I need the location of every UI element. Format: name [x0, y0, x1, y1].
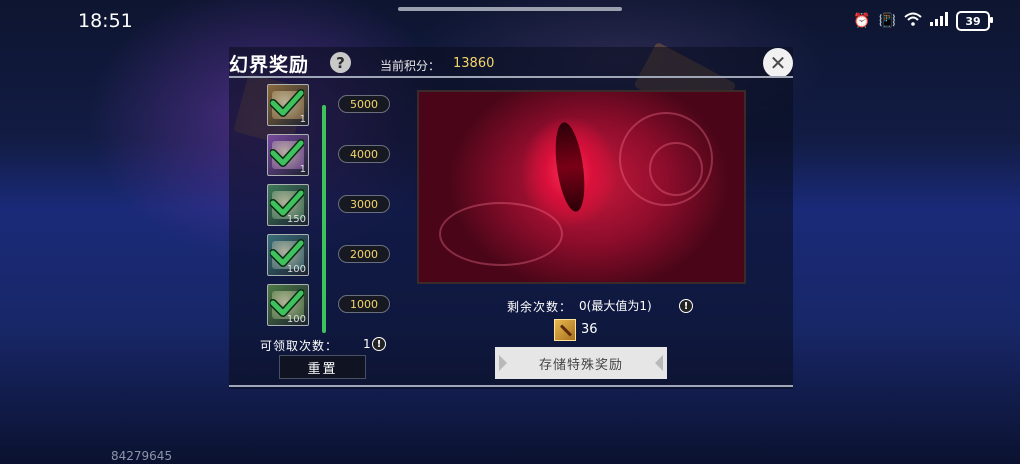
divider	[229, 76, 793, 78]
button-edge-left	[499, 355, 507, 371]
score-threshold: 4000	[338, 145, 390, 163]
reward-item-slot[interactable]: 100	[267, 284, 309, 326]
status-bar: 18:51 ⏰ 📳 39	[0, 0, 1020, 40]
reset-button[interactable]: 重置	[279, 355, 366, 379]
wifi-icon	[904, 12, 922, 30]
battery-icon: 39	[956, 11, 993, 31]
claimed-check-icon	[269, 288, 305, 322]
panel-title: 幻界奖励	[229, 54, 310, 76]
button-edge-right	[655, 355, 663, 371]
claimed-check-icon	[269, 88, 305, 122]
divider	[229, 385, 793, 387]
status-time: 18:51	[78, 10, 133, 32]
vibrate-icon: 📳	[878, 13, 896, 29]
reward-item-slot[interactable]: 150	[267, 184, 309, 226]
score-threshold: 2000	[338, 245, 390, 263]
score-label: 当前积分：	[380, 59, 441, 73]
reward-item-slot[interactable]: 100	[267, 234, 309, 276]
info-icon[interactable]: !	[679, 299, 693, 313]
close-button[interactable]: ✕	[763, 48, 793, 78]
info-icon[interactable]: !	[372, 337, 386, 351]
status-icons: ⏰ 📳 39	[853, 11, 993, 31]
score-threshold: 1000	[338, 295, 390, 313]
score-value: 13860	[453, 56, 495, 71]
close-icon: ✕	[769, 51, 787, 75]
reward-panel: 幻界奖励 ? 当前积分： 13860 ✕ 1 5000 1 4000 150 3000 10…	[229, 47, 793, 389]
claimed-check-icon	[269, 238, 305, 272]
signal-icon	[930, 12, 948, 30]
preview-decoration	[649, 142, 703, 196]
store-special-reward-button[interactable]: 存储特殊奖励	[495, 347, 667, 379]
progress-bar	[322, 105, 326, 333]
preview-eye	[550, 120, 590, 214]
remaining-value: 0(最大值为1)	[579, 299, 652, 313]
score-threshold: 5000	[338, 95, 390, 113]
reward-preview-image	[417, 90, 746, 284]
help-icon[interactable]: ?	[330, 52, 351, 73]
progress-fill	[322, 105, 326, 333]
claimed-check-icon	[269, 188, 305, 222]
user-id: 84279645	[111, 449, 173, 463]
cost-value: 36	[581, 322, 598, 337]
reward-item-slot[interactable]: 1	[267, 84, 309, 126]
claimed-check-icon	[269, 138, 305, 172]
score-threshold: 3000	[338, 195, 390, 213]
preview-decoration	[439, 202, 563, 266]
currency-icon	[554, 319, 576, 341]
claim-count-value: 1	[363, 337, 371, 351]
store-button-label: 存储特殊奖励	[538, 357, 623, 373]
alarm-icon: ⏰	[853, 13, 871, 29]
reward-item-slot[interactable]: 1	[267, 134, 309, 176]
remaining-label: 剩余次数：	[507, 300, 573, 314]
claim-count-label: 可领取次数：	[260, 339, 339, 353]
drag-handle[interactable]	[398, 7, 622, 11]
